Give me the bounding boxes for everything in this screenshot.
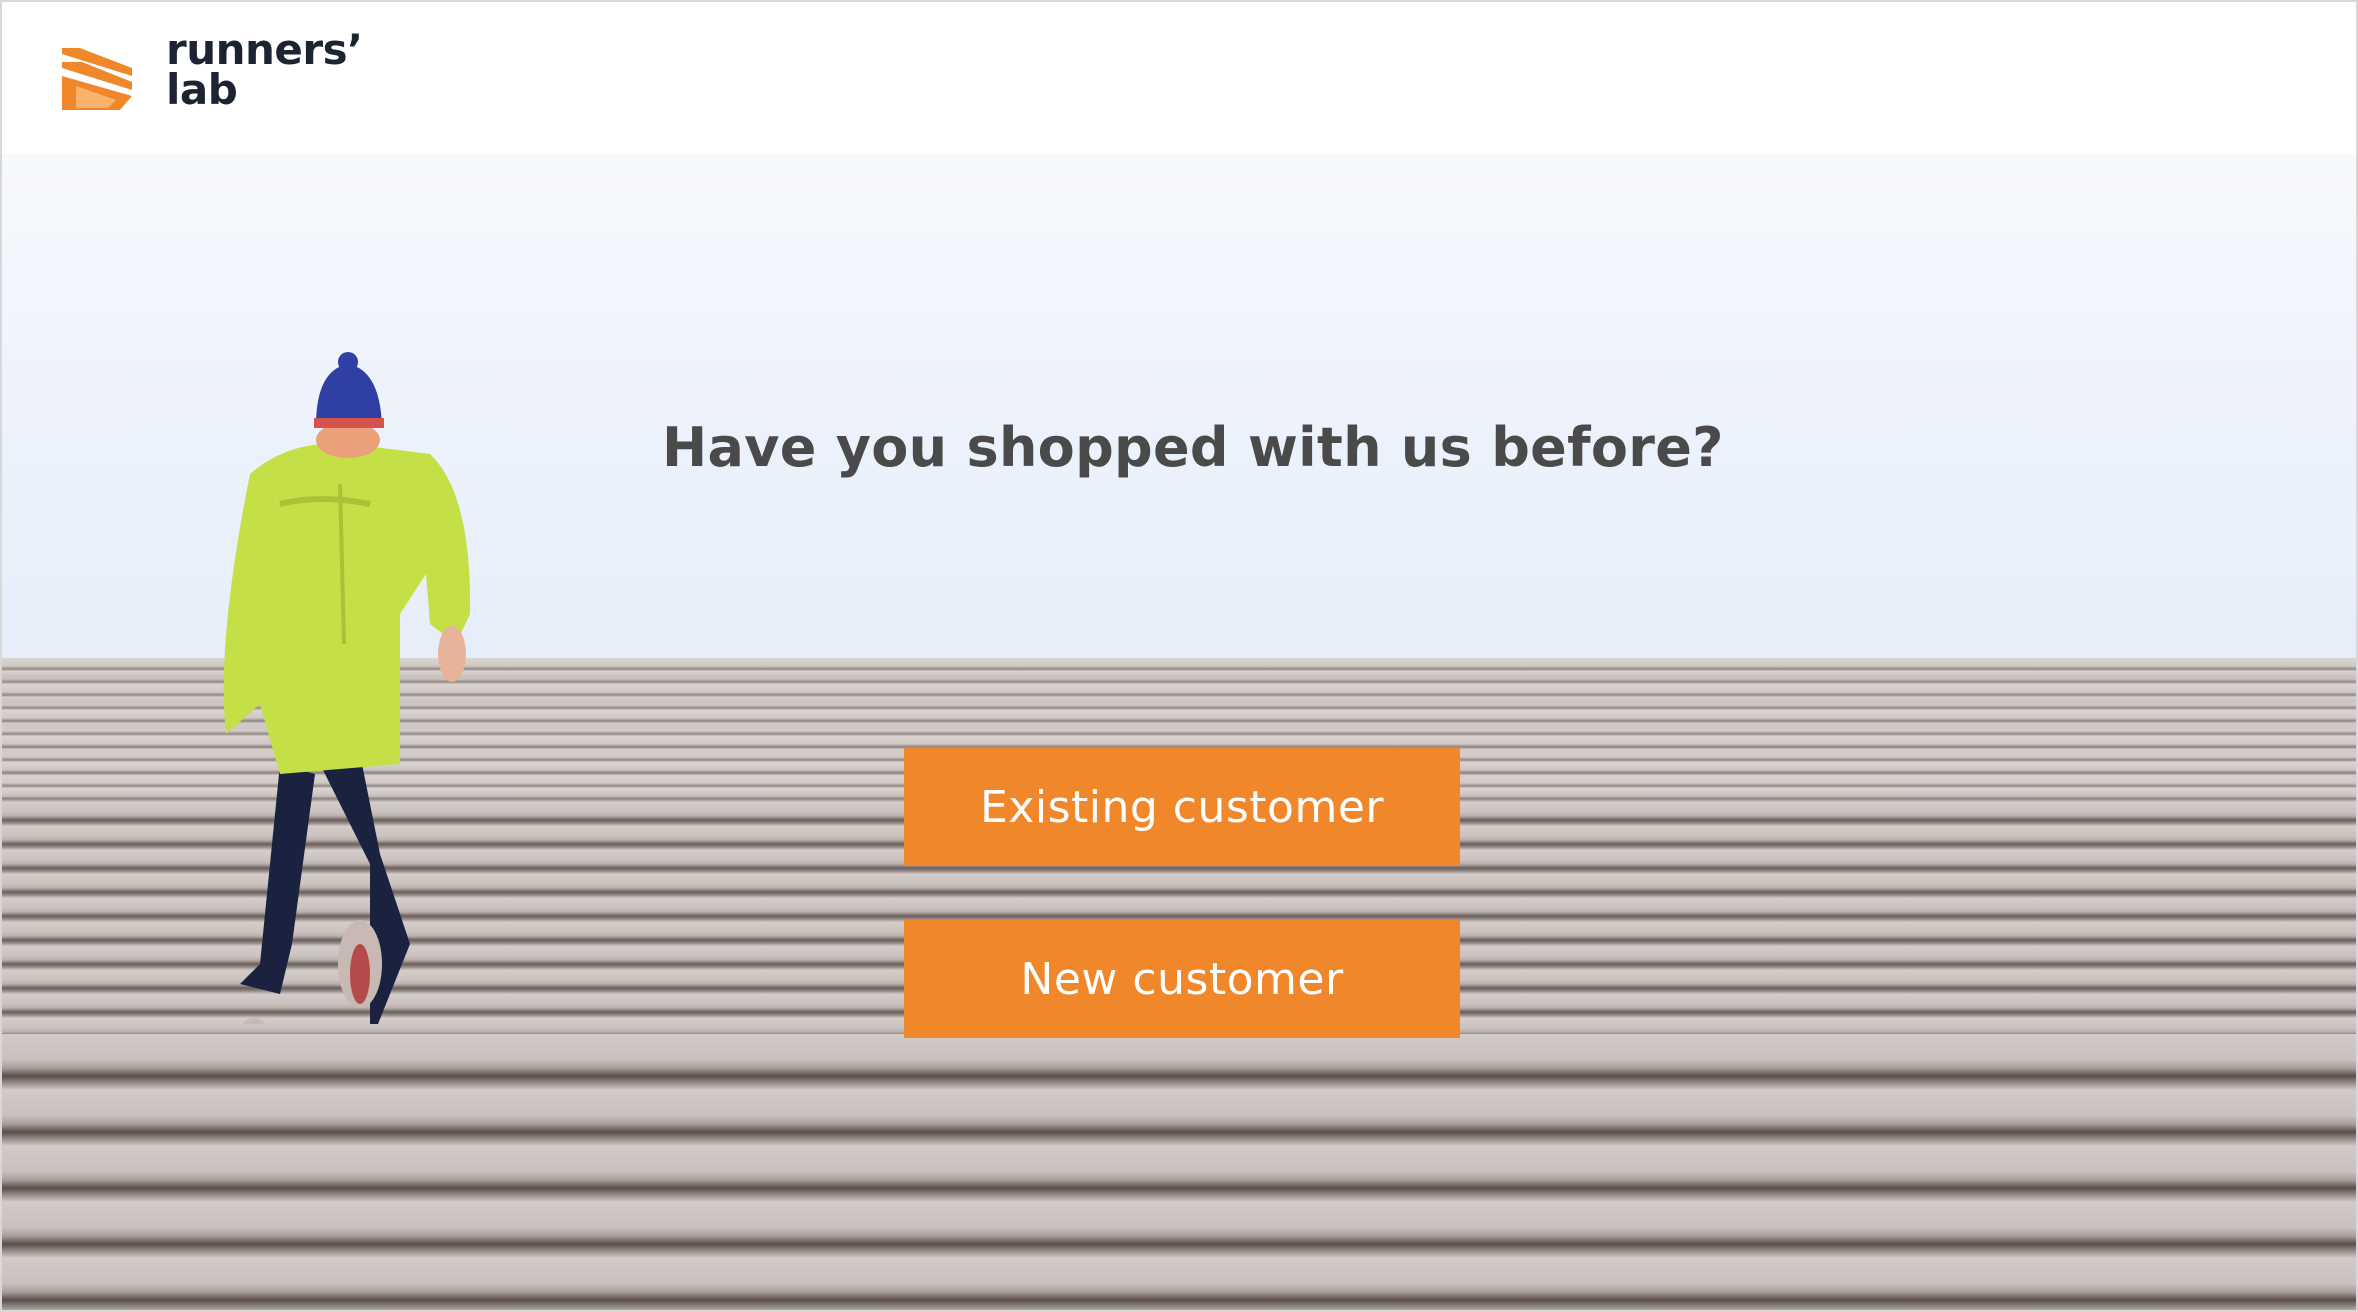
page-question: Have you shopped with us before? xyxy=(662,416,1724,479)
header: runners’ lab xyxy=(2,2,2356,154)
brand-name-line2: lab xyxy=(166,65,238,114)
stairs-near-rows xyxy=(2,1034,2356,1310)
brand-name-line1: runners’ xyxy=(166,25,363,74)
hero-background: Have you shopped with us before? Existin… xyxy=(2,154,2356,1310)
app-window: runners’ lab Have you shopped with us be… xyxy=(0,0,2358,1312)
new-customer-button[interactable]: New customer xyxy=(904,920,1460,1038)
logo-icon xyxy=(62,48,132,110)
existing-customer-button[interactable]: Existing customer xyxy=(904,748,1460,866)
brand-logo: runners’ lab xyxy=(166,25,363,114)
